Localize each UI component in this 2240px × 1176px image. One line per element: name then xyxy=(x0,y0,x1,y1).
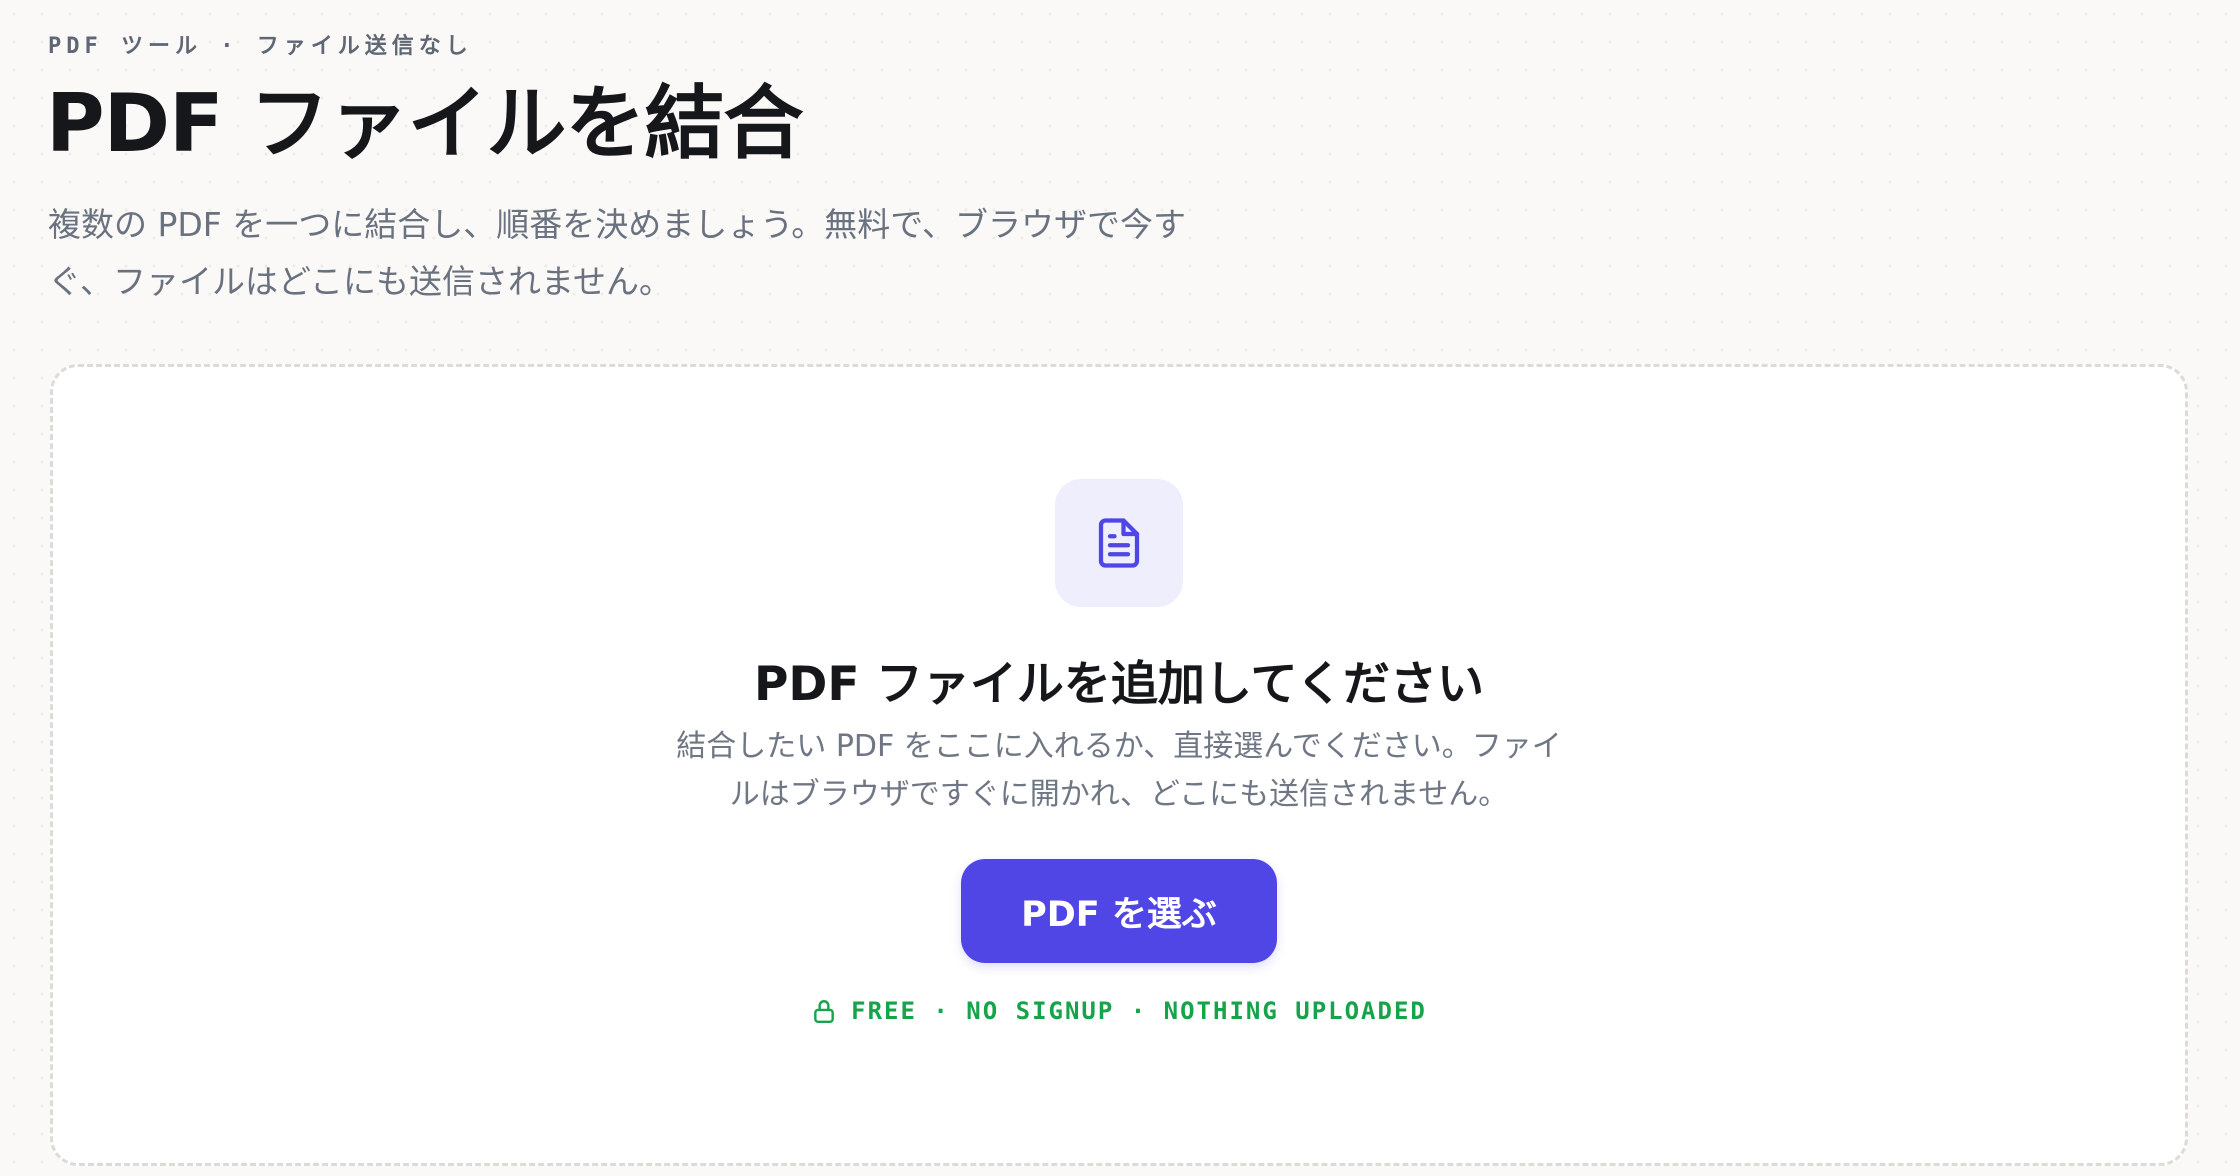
trust-line: FREE · NO SIGNUP · NOTHING UPLOADED xyxy=(811,997,1427,1025)
drop-zone-content: PDF ファイルを追加してください 結合したい PDF をここに入れるか、直接選… xyxy=(53,479,2185,1025)
page-title: PDF ファイルを結合 xyxy=(46,77,804,170)
pdf-drop-zone[interactable]: PDF ファイルを追加してください 結合したい PDF をここに入れるか、直接選… xyxy=(50,364,2188,1166)
lock-icon xyxy=(811,997,837,1025)
choose-pdf-button[interactable]: PDF を選ぶ xyxy=(961,859,1277,964)
drop-zone-title: PDF ファイルを追加してください xyxy=(753,657,1485,712)
trust-text: FREE · NO SIGNUP · NOTHING UPLOADED xyxy=(851,997,1427,1026)
document-icon xyxy=(1055,479,1183,607)
drop-zone-description: 結合したい PDF をここに入れるか、直接選んでください。ファイルはブラウザです… xyxy=(676,729,1562,813)
page-eyebrow: PDF ツール · ファイル送信なし xyxy=(48,34,473,59)
page-subtitle: 複数の PDF を一つに結合し、順番を決めましょう。無料で、ブラウザで今すぐ、フ… xyxy=(48,205,1186,301)
